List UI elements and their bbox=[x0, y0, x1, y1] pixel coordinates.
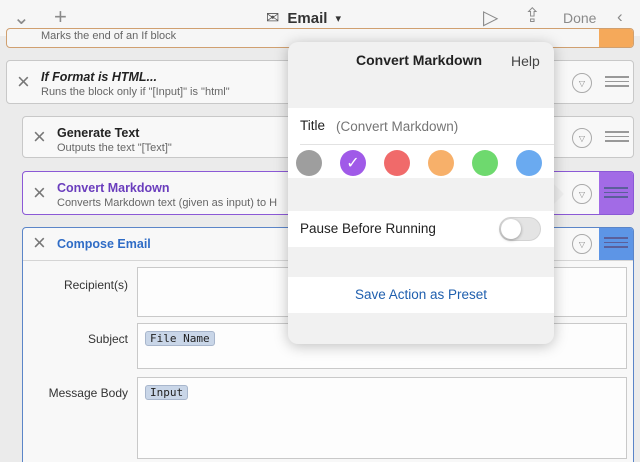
chevron-left-icon[interactable]: ‹ bbox=[617, 8, 623, 25]
collapse-icon[interactable]: ▽ bbox=[572, 128, 592, 148]
color-swatch-gray[interactable] bbox=[296, 150, 322, 176]
workflow-title[interactable]: ✉ Email ▾ bbox=[266, 8, 341, 28]
collapse-icon[interactable]: ▽ bbox=[572, 234, 592, 254]
block-title: Compose Email bbox=[57, 237, 151, 251]
delete-icon[interactable]: × bbox=[33, 126, 46, 148]
toggle-knob bbox=[501, 219, 521, 239]
pause-toggle[interactable] bbox=[499, 217, 541, 241]
preset-row: Save Action as Preset bbox=[288, 277, 554, 313]
reorder-handle-icon[interactable] bbox=[604, 184, 628, 201]
block-title: Convert Markdown bbox=[57, 181, 170, 195]
body-field[interactable]: Input bbox=[137, 377, 627, 459]
subject-token[interactable]: File Name bbox=[145, 331, 215, 346]
title-row: Title ✓ bbox=[288, 108, 554, 178]
pause-label: Pause Before Running bbox=[300, 221, 436, 236]
reorder-handle-icon[interactable] bbox=[604, 234, 628, 251]
color-swatch-green[interactable] bbox=[472, 150, 498, 176]
workflow-title-label: Email bbox=[287, 9, 328, 27]
block-description: Converts Markdown text (given as input) … bbox=[57, 197, 278, 209]
play-icon[interactable]: ▷ bbox=[483, 8, 498, 28]
delete-icon[interactable]: × bbox=[17, 71, 30, 93]
help-button[interactable]: Help bbox=[511, 53, 540, 69]
delete-icon[interactable]: × bbox=[33, 232, 46, 254]
block-title: Generate Text bbox=[57, 126, 140, 140]
reorder-handle-icon[interactable] bbox=[605, 128, 629, 145]
plus-icon[interactable]: + bbox=[54, 6, 67, 28]
recipients-label: Recipient(s) bbox=[63, 278, 128, 292]
color-swatch-purple[interactable]: ✓ bbox=[340, 150, 366, 176]
delete-icon[interactable]: × bbox=[33, 182, 46, 204]
color-swatch-blue[interactable] bbox=[516, 150, 542, 176]
block-description: Runs the block only if "[Input]" is "htm… bbox=[41, 86, 230, 98]
block-color-strip[interactable] bbox=[599, 172, 633, 214]
block-color-strip[interactable] bbox=[599, 228, 633, 260]
collapse-icon[interactable]: ▽ bbox=[572, 184, 592, 204]
checkmark-icon: ✓ bbox=[346, 155, 360, 172]
done-button[interactable]: Done bbox=[563, 10, 596, 26]
title-row-divider bbox=[300, 144, 554, 145]
block-title: If Format is HTML... bbox=[41, 70, 157, 84]
reorder-handle-icon[interactable] bbox=[605, 73, 629, 90]
block-description: Marks the end of an If block bbox=[41, 30, 177, 42]
popover-title: Convert Markdown bbox=[356, 52, 483, 68]
save-preset-button[interactable]: Save Action as Preset bbox=[288, 287, 554, 302]
title-caret-icon: ▾ bbox=[335, 12, 341, 25]
color-swatch-red[interactable] bbox=[384, 150, 410, 176]
body-label: Message Body bbox=[48, 386, 128, 400]
chevron-down-icon[interactable]: ⌄ bbox=[13, 8, 30, 28]
subject-label: Subject bbox=[87, 332, 128, 346]
title-field-label: Title bbox=[300, 118, 326, 133]
color-swatch-orange[interactable] bbox=[428, 150, 454, 176]
popover-arrow bbox=[554, 184, 564, 204]
action-settings-popover: Convert Markdown Help Title ✓ Pause Befo… bbox=[288, 42, 554, 344]
block-color-strip bbox=[599, 29, 633, 47]
pause-row: Pause Before Running bbox=[288, 211, 554, 247]
email-icon: ✉ bbox=[266, 10, 280, 27]
title-input[interactable] bbox=[336, 116, 536, 136]
body-token[interactable]: Input bbox=[145, 385, 189, 400]
share-icon[interactable]: ⇪ bbox=[524, 6, 541, 26]
collapse-icon[interactable]: ▽ bbox=[572, 73, 592, 93]
block-description: Outputs the text "[Text]" bbox=[57, 142, 172, 154]
